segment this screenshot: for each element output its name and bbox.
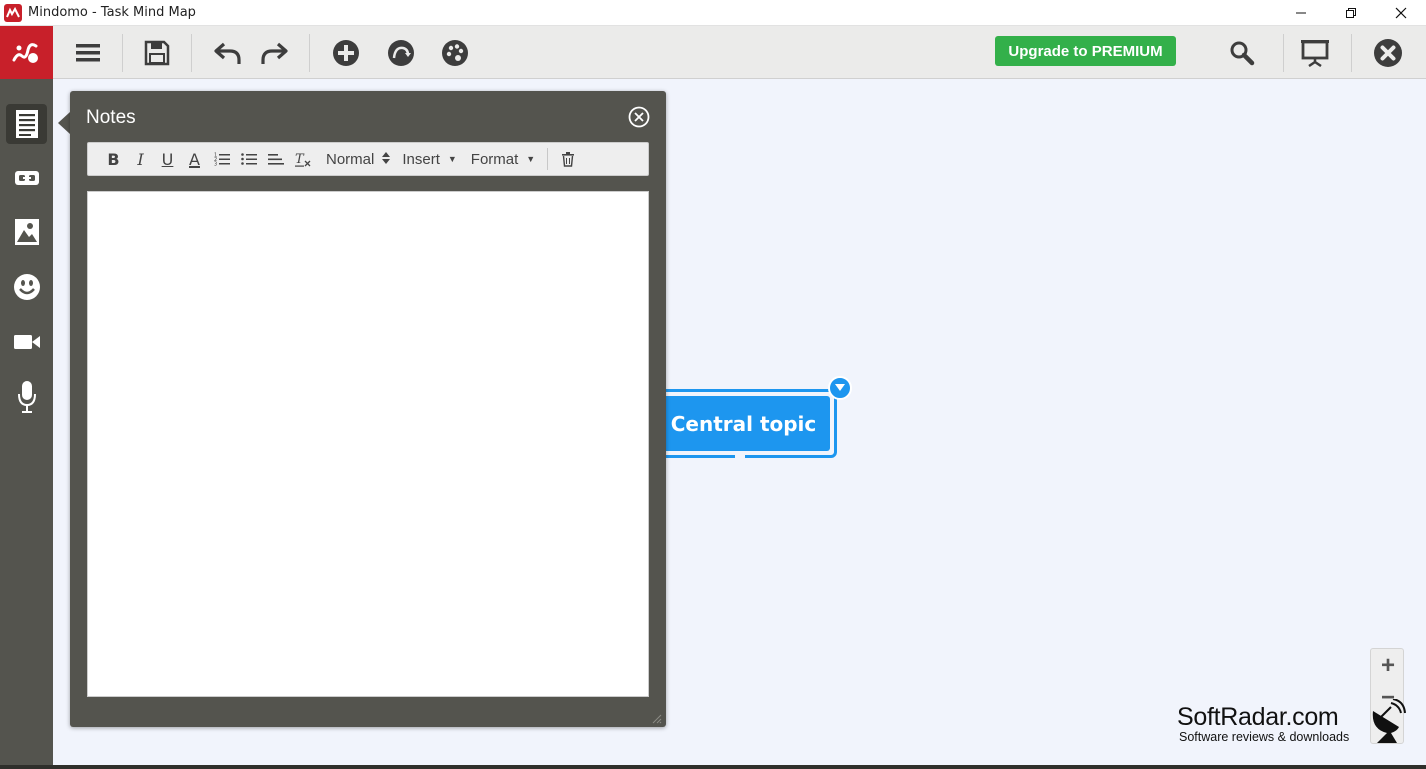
notes-icon <box>15 110 38 138</box>
relationship-icon <box>388 40 414 66</box>
svg-text:3: 3 <box>214 162 217 167</box>
window-title: Mindomo - Task Mind Map <box>28 5 196 20</box>
image-icon <box>14 219 39 245</box>
updown-caret-icon <box>382 152 391 166</box>
bottom-border <box>0 765 1426 769</box>
italic-button[interactable]: I <box>127 146 154 172</box>
close-map-button[interactable] <box>1369 34 1407 72</box>
mindomo-logo-button[interactable] <box>0 26 53 79</box>
chevron-down-icon: ▼ <box>526 154 536 164</box>
bullet-list-icon <box>240 153 257 165</box>
undo-icon <box>214 42 241 64</box>
notes-close-button[interactable] <box>628 106 650 128</box>
close-circle-icon <box>1374 39 1402 67</box>
notes-editor[interactable] <box>87 191 649 697</box>
text-color-button[interactable]: A <box>181 146 208 172</box>
bold-button[interactable]: B <box>100 146 127 172</box>
clear-format-icon: T <box>294 152 310 167</box>
watermark-subtitle: Software reviews & downloads <box>1179 730 1350 744</box>
notes-panel-title: Notes <box>86 107 136 128</box>
sidebar-item-video[interactable] <box>6 322 47 362</box>
watermark-title: SoftRadar.com <box>1177 703 1339 731</box>
align-left-icon <box>267 154 284 165</box>
trash-icon <box>561 151 574 167</box>
notes-editor-toolbar: B I U A 123 T Normal Insert ▼ Format ▼ <box>87 142 649 176</box>
satellite-dish-icon <box>1372 699 1406 743</box>
minimize-icon <box>1296 12 1306 14</box>
smiley-icon <box>13 274 40 300</box>
redo-icon <box>261 42 288 64</box>
video-icon <box>13 335 40 349</box>
topic-collapse-toggle[interactable] <box>828 376 852 400</box>
bullet-list-button[interactable] <box>235 146 262 172</box>
sidebar-item-icons[interactable] <box>6 267 47 307</box>
toolbar-divider <box>122 34 123 72</box>
sidebar-item-link[interactable] <box>6 158 47 198</box>
menu-button[interactable] <box>69 34 107 72</box>
editor-toolbar-divider <box>547 148 549 170</box>
restore-icon <box>1346 8 1356 18</box>
left-sidebar <box>0 79 53 769</box>
add-topic-button[interactable] <box>327 34 365 72</box>
paragraph-format-value: Normal <box>326 150 375 168</box>
search-button[interactable] <box>1223 34 1261 72</box>
close-icon <box>1395 7 1407 19</box>
app-icon <box>4 3 22 22</box>
toolbar-divider <box>1283 34 1284 72</box>
zoom-in-button[interactable]: + <box>1371 649 1405 683</box>
title-bar: Mindomo - Task Mind Map <box>0 0 1426 26</box>
ordered-list-button[interactable]: 123 <box>208 146 235 172</box>
restore-button[interactable] <box>1326 0 1376 26</box>
link-icon <box>14 171 39 185</box>
align-button[interactable] <box>262 146 289 172</box>
window-controls <box>1276 0 1426 26</box>
toolbar-divider <box>1351 34 1352 72</box>
undo-button[interactable] <box>209 34 247 72</box>
sidebar-item-image[interactable] <box>6 212 47 252</box>
insert-menu[interactable]: Insert ▼ <box>398 146 460 172</box>
upgrade-premium-button[interactable]: Upgrade to PREMIUM <box>995 36 1176 66</box>
microphone-icon <box>17 381 36 413</box>
svg-text:T: T <box>295 152 305 167</box>
clear-format-button[interactable]: T <box>289 146 316 172</box>
triangle-down-icon <box>835 384 845 391</box>
hamburger-icon <box>76 44 100 62</box>
minimize-button[interactable] <box>1276 0 1326 26</box>
search-icon <box>1230 41 1255 66</box>
central-topic-label[interactable]: Central topic <box>657 396 830 451</box>
toolbar-divider <box>191 34 192 72</box>
topic-connector-notch <box>735 453 745 459</box>
toolbar-divider <box>309 34 310 72</box>
presentation-icon <box>1301 40 1329 67</box>
ordered-list-icon: 123 <box>214 153 230 167</box>
chevron-down-icon: ▼ <box>447 154 457 164</box>
theme-button[interactable] <box>436 34 474 72</box>
main-toolbar: Upgrade to PREMIUM <box>0 26 1426 79</box>
delete-notes-button[interactable] <box>554 146 581 172</box>
window-close-button[interactable] <box>1376 0 1426 26</box>
paragraph-format-select[interactable]: Normal <box>322 146 394 172</box>
insert-menu-label: Insert <box>402 150 440 168</box>
redo-button[interactable] <box>255 34 293 72</box>
sidebar-item-audio[interactable] <box>6 377 47 417</box>
save-button[interactable] <box>138 34 176 72</box>
central-topic-node[interactable]: Central topic <box>650 389 837 459</box>
underline-button[interactable]: U <box>154 146 181 172</box>
close-circle-outline-icon <box>628 106 650 128</box>
notes-panel: Notes B I U A 123 T Normal Insert ▼ Form… <box>70 91 666 727</box>
plus-circle-icon <box>333 40 359 66</box>
sidebar-item-notes[interactable] <box>6 104 47 144</box>
notes-panel-pointer <box>58 112 70 134</box>
save-icon <box>144 40 170 66</box>
presentation-button[interactable] <box>1296 34 1334 72</box>
resize-grip-icon[interactable] <box>650 711 662 724</box>
palette-icon <box>442 40 468 66</box>
relationship-button[interactable] <box>382 34 420 72</box>
format-menu-label: Format <box>470 150 519 168</box>
softradar-watermark: SoftRadar.com Software reviews & downloa… <box>1177 699 1407 749</box>
format-menu[interactable]: Format ▼ <box>467 146 539 172</box>
mindomo-logo-icon <box>12 42 38 63</box>
